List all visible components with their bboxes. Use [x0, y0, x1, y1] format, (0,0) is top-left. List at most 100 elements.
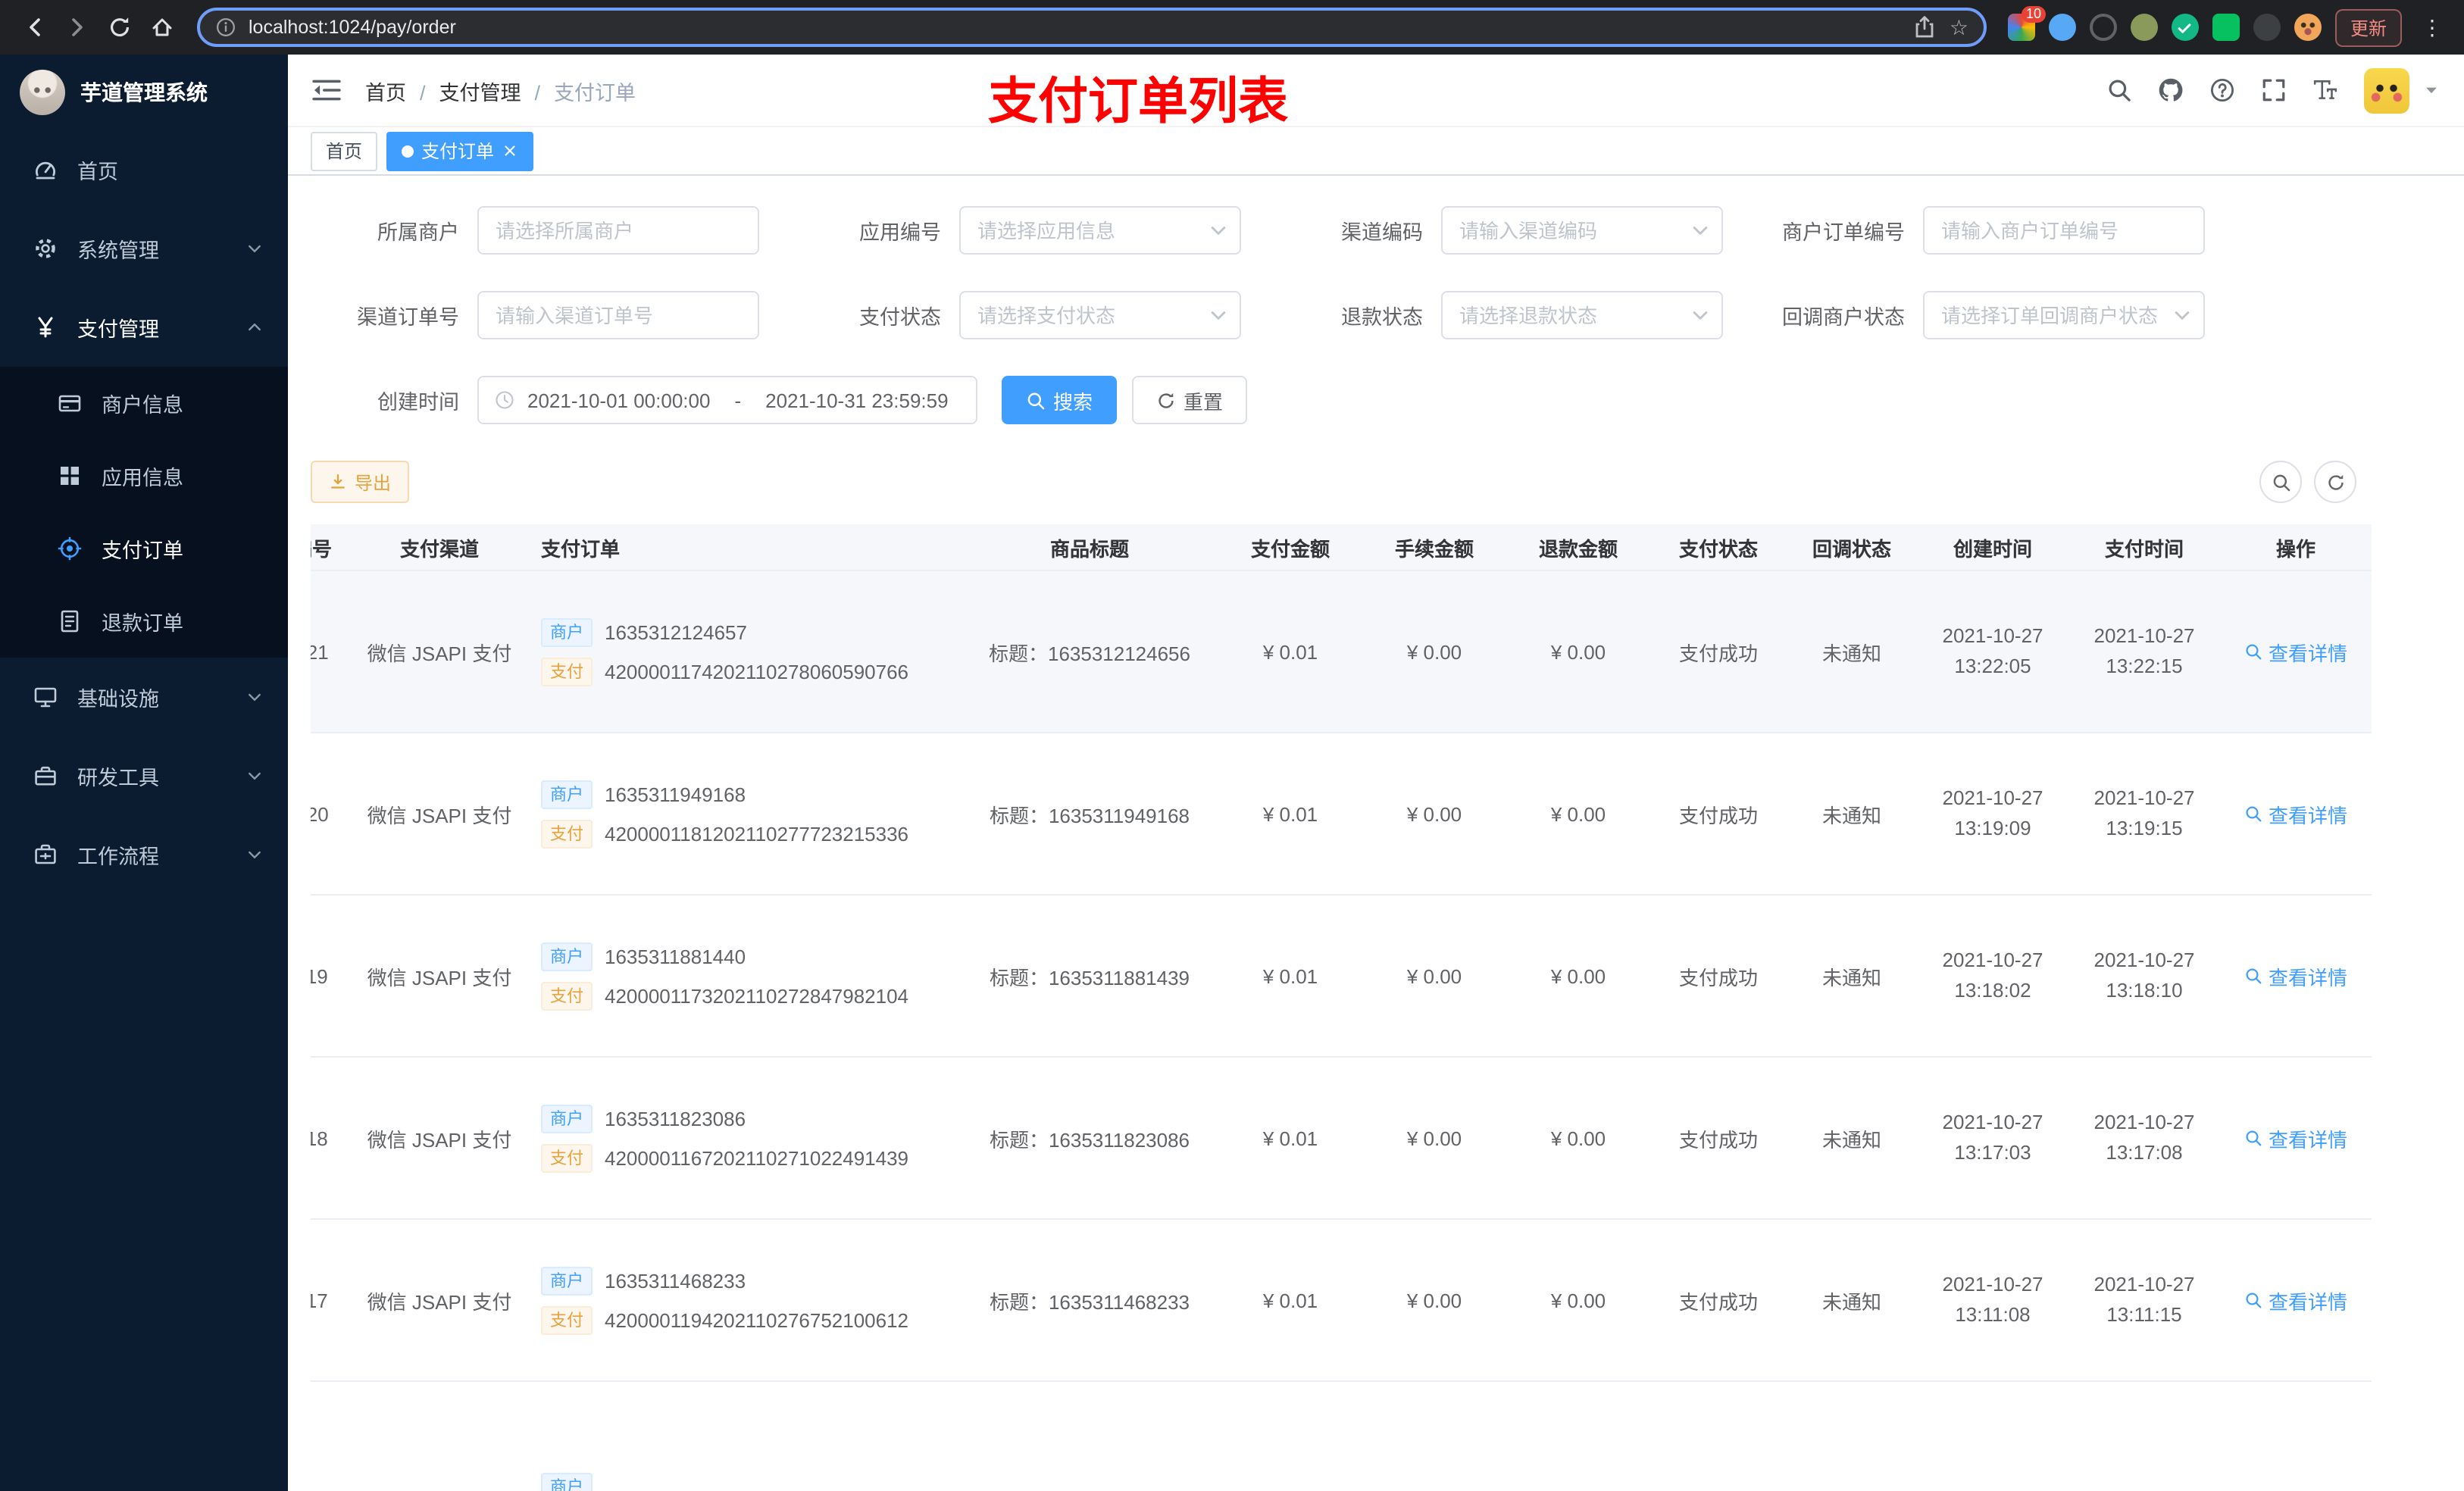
pay-channel: 微信 JSAPI 支付	[367, 966, 512, 989]
merchant-order-no-input[interactable]	[1923, 206, 2205, 255]
sidebar-item-system[interactable]: 系统管理	[0, 209, 288, 288]
table-row-partial: 商户	[311, 1382, 2372, 1491]
pay-order-no: 4200001167202110271022491439	[605, 1146, 909, 1169]
payment-submenu: 商户信息 应用信息 支付订单 退款订单	[0, 367, 288, 658]
url-bar[interactable]: localhost:1024/pay/order ☆	[197, 8, 1987, 47]
merchant-badge: 商户	[541, 617, 593, 646]
browser-back-button[interactable]	[15, 8, 55, 47]
browser-menu-icon[interactable]: ⋮	[2416, 14, 2449, 40]
extensions-area: 10 更新 ⋮	[2002, 6, 2449, 46]
app-logo[interactable]: 芋道管理系统	[0, 55, 288, 130]
browser-home-button[interactable]	[142, 8, 182, 47]
extension-icon-4[interactable]	[2130, 14, 2158, 41]
sidebar-fold-icon[interactable]	[312, 77, 341, 103]
extension-icon-3[interactable]	[2089, 14, 2117, 41]
search-button[interactable]: 搜索	[1002, 376, 1118, 424]
extension-icon-2[interactable]	[2048, 14, 2076, 41]
github-icon[interactable]	[2158, 77, 2184, 103]
merchant-order-line: 商户 1635311823086	[541, 1104, 746, 1133]
sidebar-item-workflow[interactable]: 工作流程	[0, 815, 288, 894]
active-tab-dot	[402, 145, 414, 157]
notify-status-select[interactable]	[1923, 291, 2205, 339]
sidebar-item-app-info[interactable]: 应用信息	[0, 439, 288, 512]
extension-icon-6[interactable]	[2212, 14, 2240, 41]
extension-icon-7[interactable]	[2294, 14, 2322, 41]
merchant-badge: 商户	[541, 780, 593, 808]
create-date: 2021-10-27	[1942, 786, 2043, 809]
cell-refund: ¥ 0.00	[1506, 1220, 1650, 1380]
cell-action: 查看详情	[2220, 896, 2372, 1056]
cell-refund: ¥ 0.00	[1506, 733, 1650, 894]
sidebar-item-infrastructure[interactable]: 基础设施	[0, 658, 288, 736]
tab-pay-order[interactable]: 支付订单	[386, 131, 534, 170]
search-icon	[1026, 390, 1046, 410]
pay-status: 支付成功	[1678, 642, 1758, 664]
channel-order-no-input[interactable]	[477, 291, 759, 339]
pay-order-no: 4200001174202110278060590766	[605, 660, 909, 683]
view-detail-link[interactable]: 查看详情	[2244, 961, 2347, 990]
breadcrumb-payment[interactable]: 支付管理	[406, 75, 521, 105]
breadcrumb-home[interactable]: 首页	[365, 75, 406, 105]
extensions-puzzle-icon[interactable]	[2253, 14, 2281, 41]
browser-forward-button[interactable]	[58, 8, 97, 47]
export-button[interactable]: 导出	[311, 461, 410, 503]
site-info-icon[interactable]	[215, 17, 236, 38]
extension-icon-5[interactable]	[2171, 14, 2199, 41]
view-detail-link[interactable]: 查看详情	[2244, 1286, 2347, 1314]
caret-down-icon[interactable]	[2423, 82, 2440, 98]
pay-time: 13:19:15	[2106, 817, 2183, 839]
tabs-bar: 首页 支付订单	[288, 127, 2464, 176]
sidebar-item-refund-order[interactable]: 退款订单	[0, 585, 288, 658]
channel-code-select[interactable]	[1441, 206, 1723, 255]
cell-refund: ¥ 0.00	[1506, 1058, 1650, 1218]
cell-amount: ¥ 0.01	[1218, 896, 1362, 1056]
cell-order: 商户 1635311823086 支付 42000011672021102710…	[529, 1058, 961, 1218]
view-detail-link[interactable]: 查看详情	[2244, 1124, 2347, 1152]
share-icon[interactable]	[1913, 15, 1937, 39]
sidebar-item-pay-order[interactable]: 支付订单	[0, 512, 288, 585]
pay-order-no: 4200001173202110272847982104	[605, 984, 909, 1007]
pay-order-line: 支付 4200001194202110276752100612	[541, 1305, 908, 1334]
fullscreen-icon[interactable]	[2261, 77, 2287, 103]
tab-home[interactable]: 首页	[311, 131, 378, 170]
col-order: 支付订单	[541, 537, 621, 560]
sidebar-item-dev-tools[interactable]: 研发工具	[0, 736, 288, 815]
pay-status-select[interactable]	[959, 291, 1241, 339]
pay-order-line: 支付 4200001173202110272847982104	[541, 981, 908, 1010]
merchant-badge: 商户	[541, 1472, 593, 1491]
filter-label: 创建时间	[377, 391, 459, 414]
browser-reload-button[interactable]	[100, 8, 139, 47]
refresh-button[interactable]	[2314, 461, 2356, 503]
refund-status-select[interactable]	[1441, 291, 1723, 339]
cell-notify: 未通知	[1787, 733, 1917, 894]
cell-fee	[1362, 1382, 1506, 1491]
sidebar-item-merchant-info[interactable]: 商户信息	[0, 367, 288, 439]
view-detail-link[interactable]: 查看详情	[2244, 799, 2347, 828]
filter-row-3: 创建时间 2021-10-01 00:00:00 - 2021-10-31 23…	[311, 376, 2441, 424]
browser-update-button[interactable]: 更新	[2334, 8, 2402, 46]
question-icon[interactable]	[2209, 77, 2235, 103]
filter-label: 商户订单编号	[1782, 221, 1905, 244]
bookmark-star-icon[interactable]: ☆	[1950, 15, 1968, 39]
chevron-down-icon	[245, 688, 264, 706]
view-detail-link[interactable]: 查看详情	[2244, 637, 2347, 666]
font-size-icon[interactable]	[2312, 77, 2338, 103]
sidebar-item-payment[interactable]: 支付管理	[0, 288, 288, 367]
order-id: 118	[311, 1127, 328, 1149]
order-id: 117	[311, 1289, 328, 1311]
filter-merchant-order-no: 商户订单编号	[1756, 206, 2238, 255]
close-icon[interactable]	[502, 142, 518, 159]
user-avatar[interactable]	[2364, 67, 2409, 113]
search-icon[interactable]	[2106, 77, 2132, 103]
app-filter-select[interactable]	[959, 206, 1241, 255]
extension-icon-1[interactable]: 10	[2007, 6, 2046, 41]
cell-create-time: 2021-10-27 13:19:09	[1917, 733, 2068, 894]
search-toggle-button[interactable]	[2259, 461, 2302, 503]
cell-action: 查看详情	[2220, 1220, 2372, 1380]
date-range-picker[interactable]: 2021-10-01 00:00:00 - 2021-10-31 23:59:5…	[477, 376, 977, 424]
reset-button[interactable]: 重置	[1132, 376, 1248, 424]
cell-status: 支付成功	[1650, 571, 1787, 732]
merchant-filter-input[interactable]	[477, 206, 759, 255]
sidebar-item-home[interactable]: 首页	[0, 130, 288, 209]
merchant-order-no: 1635311881440	[605, 945, 746, 967]
